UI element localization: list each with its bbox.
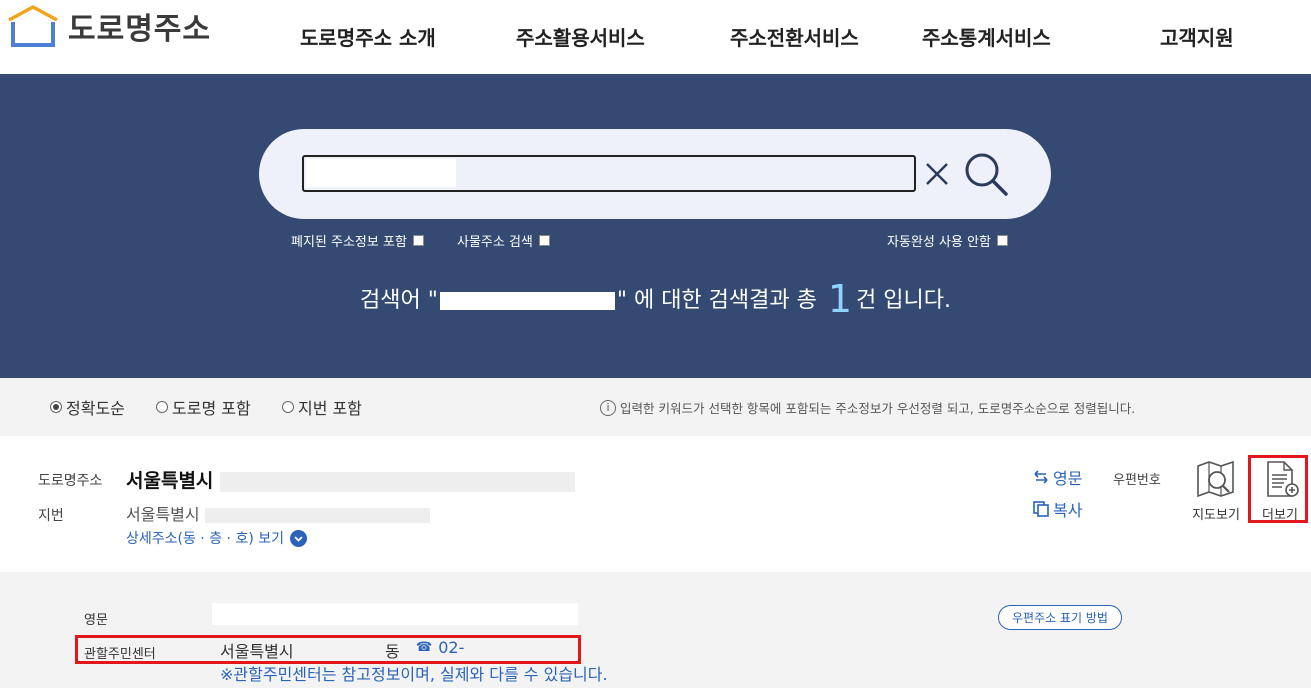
sort-accuracy[interactable]: 정확도순 [50, 395, 125, 419]
jibun-address: 서울특별시 [126, 501, 430, 525]
english-address-label: 영문 [84, 613, 108, 628]
checkbox[interactable] [996, 235, 1008, 246]
site-header: 도로명주소 도로명주소 소개 주소활용서비스 주소전환서비스 주소통계서비스 고… [0, 0, 1311, 74]
detail-panel: 영문 우편주소 표기 방법 관할주민센터 서울특별시 동 ☎ 02- ※관할주민… [0, 572, 1311, 688]
road-address: 서울특별시 [126, 466, 576, 493]
chevron-down-icon [290, 529, 307, 547]
postal-code-label: 우편번호 [1113, 473, 1161, 488]
info-icon: i [600, 399, 616, 416]
main-nav: 도로명주소 소개 주소활용서비스 주소전환서비스 주소통계서비스 고객지원 [0, 22, 1311, 52]
swap-icon [1034, 470, 1048, 484]
sort-note: i 입력한 키워드가 선택한 항목에 포함되는 주소정보가 우선정렬 되고, 도… [600, 398, 1135, 417]
search-icon[interactable] [963, 151, 1009, 197]
jibun-label: 지번 [38, 508, 64, 524]
clear-icon[interactable] [923, 156, 951, 192]
redacted-keyword [439, 292, 615, 310]
opt-include-abolished[interactable]: 폐지된 주소정보 포함 [291, 231, 424, 250]
nav-conversion[interactable]: 주소전환서비스 [730, 22, 859, 51]
radio-icon [156, 401, 168, 413]
result-card: 도로명주소 지번 서울특별시 서울특별시 상세주소(동 · 층 · 호) 보기 … [0, 436, 1311, 572]
english-button[interactable]: 영문 [1032, 465, 1082, 489]
nav-support[interactable]: 고객지원 [1160, 22, 1234, 51]
redacted-query [306, 159, 456, 187]
checkbox[interactable] [538, 235, 550, 246]
nav-utilization[interactable]: 주소활용서비스 [516, 22, 645, 51]
sort-jibun[interactable]: 지번 포함 [282, 395, 362, 419]
result-count: 1 [827, 277, 853, 321]
redacted-jibun-address [204, 508, 430, 523]
opt-object-address[interactable]: 사물주소 검색 [457, 231, 550, 250]
redacted-road-address [220, 471, 576, 492]
map-view-button[interactable]: 지도보기 [1186, 460, 1246, 523]
highlight-more-button [1248, 455, 1308, 523]
redacted-english-address [212, 603, 578, 625]
sort-road-name[interactable]: 도로명 포함 [156, 395, 251, 419]
postal-format-button[interactable]: 우편주소 표기 방법 [998, 605, 1122, 630]
radio-icon [282, 401, 294, 413]
detail-address-link[interactable]: 상세주소(동 · 층 · 호) 보기 [126, 528, 307, 548]
copy-icon [1033, 501, 1049, 517]
search-result-summary: 검색어 " " 에 대한 검색결과 총 1건 입니다. [360, 277, 951, 321]
nav-about[interactable]: 도로명주소 소개 [300, 22, 436, 51]
search-hero: 폐지된 주소정보 포함 사물주소 검색 자동완성 사용 안함 검색어 " " 에 … [0, 74, 1311, 378]
search-box [259, 129, 1051, 219]
nav-statistics[interactable]: 주소통계서비스 [922, 22, 1051, 51]
highlight-center-row [75, 635, 581, 664]
sort-bar: 정확도순 도로명 포함 지번 포함 i 입력한 키워드가 선택한 항목에 포함되… [0, 378, 1311, 436]
copy-button[interactable]: 복사 [1032, 497, 1082, 521]
center-note: ※관할주민센터는 참고정보이며, 실제와 다를 수 있습니다. [220, 665, 608, 684]
checkbox[interactable] [412, 235, 424, 246]
road-address-label: 도로명주소 [38, 473, 103, 489]
map-search-icon [1197, 460, 1234, 498]
opt-autocomplete-off[interactable]: 자동완성 사용 안함 [887, 231, 1008, 250]
radio-selected-icon [50, 401, 62, 413]
